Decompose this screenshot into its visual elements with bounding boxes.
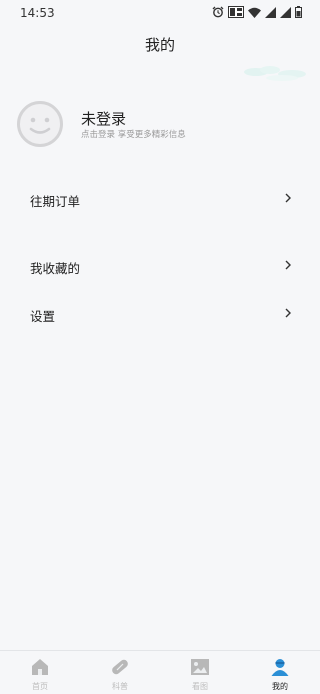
signal-icon [265, 6, 276, 18]
tab-gallery[interactable]: 看图 [160, 653, 240, 693]
menu-item-orders[interactable]: 往期订单 [30, 185, 292, 213]
alarm-icon [212, 6, 224, 18]
tab-label-mine: 我的 [272, 682, 288, 691]
menu-label-orders: 往期订单 [30, 194, 81, 209]
image-icon [191, 659, 209, 675]
wifi-icon [248, 7, 261, 18]
tab-mine[interactable]: 我的 [240, 653, 320, 693]
nfc-icon [228, 6, 244, 18]
home-icon [32, 659, 48, 675]
login-prompt[interactable]: 未登录 点击登录 享受更多精彩信息 [16, 100, 304, 150]
status-bar: 14:53 [0, 0, 320, 26]
user-icon [271, 659, 289, 676]
menu-label-settings: 设置 [30, 309, 56, 324]
chevron-right-icon [285, 193, 291, 203]
battery-icon [295, 6, 302, 18]
menu-label-favorites: 我收藏的 [30, 261, 81, 276]
profile-subtitle: 点击登录 享受更多精彩信息 [81, 130, 186, 140]
tab-label-gallery: 看图 [192, 682, 208, 691]
chevron-right-icon [285, 260, 291, 270]
tab-label-science: 科普 [112, 682, 128, 691]
chevron-right-icon [285, 308, 291, 318]
menu-item-settings[interactable]: 设置 [30, 300, 292, 328]
profile-name: 未登录 [81, 110, 127, 128]
cloud-decoration-icon [244, 66, 306, 81]
tab-science[interactable]: 科普 [80, 653, 160, 693]
bottom-tab-bar: 首页 科普 看图 我的 [0, 650, 320, 694]
tab-label-home: 首页 [32, 682, 48, 691]
avatar-smiley-icon[interactable] [16, 100, 64, 148]
signal-4g-icon [280, 6, 291, 18]
menu-item-favorites[interactable]: 我收藏的 [30, 252, 292, 280]
tab-home[interactable]: 首页 [0, 653, 80, 693]
status-icons [212, 6, 302, 18]
status-time: 14:53 [20, 6, 55, 20]
page-title: 我的 [144, 36, 175, 54]
capsule-icon [112, 659, 128, 675]
